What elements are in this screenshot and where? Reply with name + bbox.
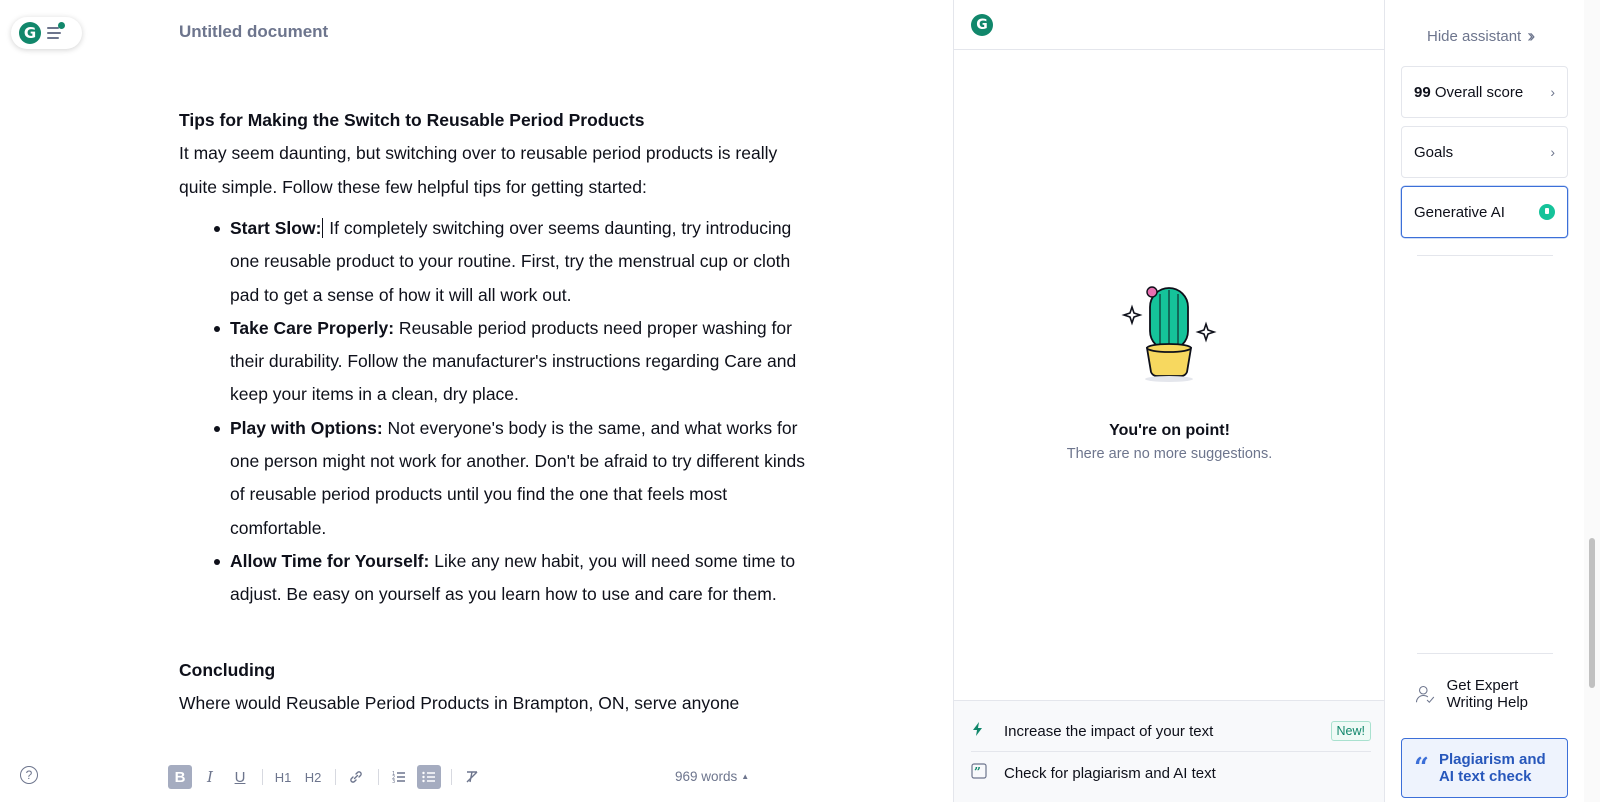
list-item-title: Play with Options:: [230, 417, 383, 438]
document-body[interactable]: Tips for Making the Switch to Reusable P…: [179, 104, 819, 720]
plagiarism-check-label: Check for plagiarism and AI text: [1004, 764, 1216, 782]
generative-ai-label: Generative AI: [1414, 203, 1505, 221]
plagiarism-ai-check-button[interactable]: “ Plagiarism and AI text check: [1401, 738, 1568, 798]
menu-icon: [47, 22, 67, 41]
divider: [1417, 255, 1553, 256]
expert-help-button[interactable]: Get Expert Writing Help: [1415, 674, 1565, 714]
new-badge: New!: [1330, 721, 1371, 741]
italic-button[interactable]: I: [198, 765, 222, 789]
heading2-button[interactable]: H2: [301, 765, 325, 789]
list-item: Take Care Properly: Reusable period prod…: [179, 312, 819, 412]
concluding-heading: Concluding: [179, 659, 276, 680]
chevron-right-icon: ›: [1550, 144, 1555, 160]
svg-text:”: ”: [974, 765, 981, 779]
score-value: 99: [1414, 83, 1431, 101]
quote-icon: “: [1414, 753, 1429, 783]
generative-ai-card[interactable]: Generative AI: [1401, 186, 1568, 238]
bulleted-list-icon[interactable]: [417, 765, 441, 789]
heading1-button[interactable]: H1: [271, 765, 295, 789]
list-item: Play with Options: Not everyone's body i…: [179, 412, 819, 545]
grammarly-logo-icon: G: [971, 14, 993, 36]
chevron-right-icon: ›: [1550, 84, 1555, 100]
empty-state-subtitle: There are no more suggestions.: [1066, 446, 1273, 462]
bold-button[interactable]: B: [168, 765, 192, 789]
increase-impact-item[interactable]: Increase the impact of your text New!: [971, 711, 1371, 751]
divider: [1417, 653, 1553, 654]
page-scrollbar[interactable]: [1584, 0, 1600, 802]
concluding-paragraph: Where would Reusable Period Products in …: [179, 692, 740, 713]
hide-assistant-button[interactable]: Hide assistant ››: [1427, 26, 1535, 47]
list-item: Start Slow: If completely switching over…: [179, 212, 819, 312]
word-count[interactable]: 969 words ▲: [675, 769, 749, 784]
help-icon[interactable]: ?: [20, 766, 38, 784]
grammarly-logo-icon: G: [19, 22, 41, 44]
svg-text:3: 3: [392, 779, 395, 785]
double-chevron-right-icon: ››: [1527, 26, 1535, 46]
list-item: Allow Time for Yourself: Like any new ha…: [179, 545, 819, 612]
underline-button[interactable]: U: [228, 765, 252, 789]
goals-label: Goals: [1414, 143, 1454, 161]
increase-impact-label: Increase the impact of your text: [1004, 722, 1214, 740]
lightbulb-icon: [1539, 204, 1555, 220]
intro-paragraph: It may seem daunting, but switching over…: [179, 143, 778, 197]
grammarly-menu-button[interactable]: G: [11, 17, 82, 49]
hide-assistant-label: Hide assistant: [1427, 28, 1522, 45]
tips-list: Start Slow: If completely switching over…: [179, 212, 819, 612]
clear-formatting-icon[interactable]: [460, 765, 484, 789]
app-window: G Untitled document Tips for Making the …: [0, 0, 1600, 802]
expert-help-label: Get Expert Writing Help: [1446, 677, 1528, 711]
numbered-list-icon[interactable]: 123: [387, 765, 411, 789]
list-item-title: Start Slow:: [230, 218, 322, 238]
section-heading: Tips for Making the Switch to Reusable P…: [179, 110, 645, 130]
plagiarism-ai-check-label: Plagiarism and AI text check: [1438, 751, 1546, 785]
goals-card[interactable]: Goals ›: [1401, 126, 1568, 178]
right-sidebar: Hide assistant ›› 99 Overall score › Goa…: [1384, 0, 1584, 802]
score-label: Overall score: [1434, 83, 1524, 101]
caret-up-icon: ▲: [741, 772, 750, 781]
assistant-header: G: [954, 0, 1384, 50]
cactus-illustration-icon: [1121, 286, 1217, 382]
quote-icon: ”: [971, 763, 989, 783]
formatting-toolbar: B I U H1 H2 123: [168, 764, 490, 790]
document-title[interactable]: Untitled document: [179, 22, 328, 42]
editor-area: G Untitled document Tips for Making the …: [0, 0, 953, 802]
expert-person-icon: [1415, 685, 1435, 704]
list-item-title: Take Care Properly:: [230, 317, 395, 338]
scrollbar-thumb[interactable]: [1589, 538, 1595, 688]
plagiarism-check-item[interactable]: ” Check for plagiarism and AI text: [971, 753, 1371, 793]
assistant-panel: G You're on point! There are no more sug…: [953, 0, 1385, 802]
assistant-footer: Increase the impact of your text New! ” …: [954, 700, 1385, 802]
link-icon[interactable]: [344, 765, 368, 789]
empty-state-title: You're on point!: [1109, 422, 1230, 439]
lightning-icon: [971, 721, 989, 741]
overall-score-card[interactable]: 99 Overall score ›: [1401, 66, 1568, 118]
list-item-title: Allow Time for Yourself:: [230, 550, 430, 571]
